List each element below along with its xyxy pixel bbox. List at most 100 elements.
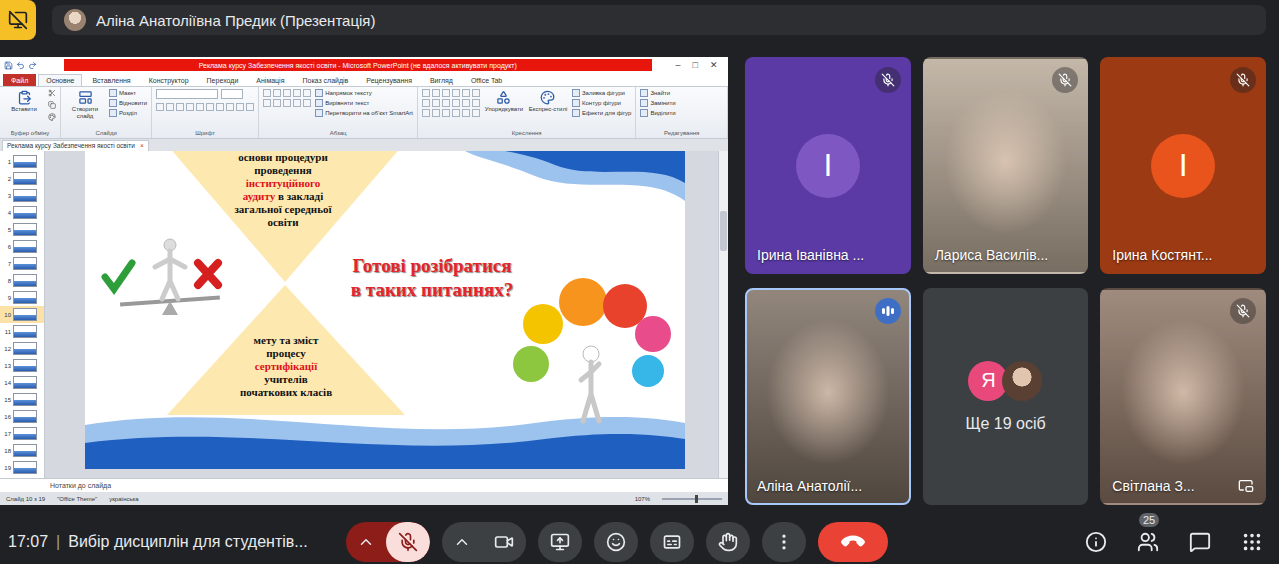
slide-thumbnail[interactable]: 10: [0, 306, 44, 323]
slide-thumbnail[interactable]: 3: [0, 187, 44, 204]
slide-scrollbar[interactable]: [718, 151, 728, 478]
window-control[interactable]: ✕: [710, 61, 718, 70]
ribbon-small-button[interactable]: Виділити: [640, 109, 675, 117]
slide-thumbnail[interactable]: 19: [0, 459, 44, 476]
scroll-thumb[interactable]: [720, 211, 727, 251]
shape-button[interactable]: [472, 99, 480, 107]
window-control[interactable]: □: [693, 61, 698, 70]
ribbon-small-button[interactable]: Заливка фігури: [572, 89, 631, 97]
paragraph-button[interactable]: [263, 89, 271, 97]
cut-icon[interactable]: [48, 89, 56, 97]
format-button[interactable]: [226, 103, 234, 111]
participant-tile[interactable]: ІІрина Іванівна ...: [745, 57, 911, 274]
ribbon-tab[interactable]: Рецензування: [358, 74, 420, 86]
zoom-percent[interactable]: 107%: [635, 496, 650, 502]
slide-thumbnail[interactable]: 8: [0, 272, 44, 289]
shape-button[interactable]: [422, 89, 430, 97]
present-button[interactable]: [538, 522, 582, 562]
shape-button[interactable]: [442, 89, 450, 97]
slide-thumbnail[interactable]: 13: [0, 357, 44, 374]
ribbon-large-button[interactable]: Експрес-стилі: [528, 89, 568, 113]
close-tab-button[interactable]: ×: [140, 141, 144, 151]
slide-thumbnail[interactable]: 15: [0, 391, 44, 408]
participant-tile[interactable]: Аліна Анатолії...: [745, 288, 911, 505]
shape-button[interactable]: [422, 99, 430, 107]
format-button[interactable]: [216, 103, 224, 111]
presentation-indicator[interactable]: [0, 0, 36, 40]
ribbon-small-button[interactable]: Ефекти для фігур: [572, 109, 631, 117]
participant-tile[interactable]: Світлана З...: [1100, 288, 1266, 505]
shape-button[interactable]: [462, 99, 470, 107]
paragraph-button[interactable]: [303, 99, 311, 107]
ribbon-small-button[interactable]: Розділ: [109, 109, 147, 117]
shape-button[interactable]: [452, 89, 460, 97]
ribbon-small-button[interactable]: Відновити: [109, 99, 147, 107]
shape-button[interactable]: [432, 109, 440, 117]
font-size-field[interactable]: [221, 89, 243, 99]
captions-button[interactable]: [650, 522, 694, 562]
shape-button[interactable]: [452, 99, 460, 107]
slide-thumbnail[interactable]: 18: [0, 442, 44, 459]
ribbon-small-button[interactable]: Вирівняти текст: [315, 99, 413, 107]
shape-button[interactable]: [442, 99, 450, 107]
shape-button[interactable]: [472, 109, 480, 117]
ribbon-small-button[interactable]: Перетворити на об'єкт SmartArt: [315, 109, 413, 117]
format-button[interactable]: [236, 103, 244, 111]
zoom-knob[interactable]: [695, 495, 698, 503]
undo-icon[interactable]: [16, 61, 25, 70]
zoom-slider[interactable]: [662, 498, 722, 500]
ribbon-tab[interactable]: Вставлення: [84, 74, 138, 86]
notes-pane[interactable]: Нотатки до слайда: [0, 478, 728, 492]
ribbon-tab[interactable]: Показ слайдів: [294, 74, 356, 86]
ribbon-large-button[interactable]: Упорядкувати: [484, 89, 524, 113]
format-button[interactable]: [206, 103, 214, 111]
participant-tile[interactable]: Лариса Василів...: [923, 57, 1089, 274]
leave-button[interactable]: [818, 522, 888, 562]
ribbon-large-button[interactable]: Вставити: [4, 89, 44, 113]
paragraph-button[interactable]: [293, 99, 301, 107]
slide-thumbnail[interactable]: 6: [0, 238, 44, 255]
ribbon-tab[interactable]: Основне: [38, 74, 82, 86]
slide-thumbnail[interactable]: 9: [0, 289, 44, 306]
shape-button[interactable]: [452, 109, 460, 117]
camera-button[interactable]: [482, 522, 526, 562]
save-icon[interactable]: [4, 61, 13, 70]
ribbon-small-button[interactable]: Контур фігури: [572, 99, 631, 107]
slide-thumbnail[interactable]: 1: [0, 153, 44, 170]
options-button[interactable]: [346, 522, 386, 562]
paragraph-button[interactable]: [293, 89, 301, 97]
reactions-button[interactable]: [594, 522, 638, 562]
mic-button[interactable]: [386, 522, 430, 562]
ribbon-tab[interactable]: Конструктор: [141, 74, 197, 86]
ribbon-large-button[interactable]: Створити слайд: [65, 89, 105, 120]
options-button[interactable]: [442, 522, 482, 562]
slide-thumbnail[interactable]: 4: [0, 204, 44, 221]
info-button[interactable]: [1083, 529, 1109, 555]
format-painter-icon[interactable]: [48, 113, 56, 121]
window-control[interactable]: –: [676, 61, 681, 70]
format-button[interactable]: [196, 103, 204, 111]
slide-thumbnail[interactable]: 16: [0, 408, 44, 425]
redo-icon[interactable]: [28, 61, 37, 70]
ribbon-small-button[interactable]: Макет: [109, 89, 147, 97]
paragraph-button[interactable]: [273, 99, 281, 107]
copy-icon[interactable]: [48, 101, 56, 109]
format-button[interactable]: [166, 103, 174, 111]
slide-thumbnail[interactable]: 11: [0, 323, 44, 340]
participant-tile[interactable]: ЯЩе 19 осіб: [923, 288, 1089, 505]
shape-button[interactable]: [422, 109, 430, 117]
shape-button[interactable]: [462, 89, 470, 97]
ribbon-small-button[interactable]: Знайти: [640, 89, 675, 97]
more-button[interactable]: [762, 522, 806, 562]
shape-button[interactable]: [462, 109, 470, 117]
format-button[interactable]: [156, 103, 164, 111]
shape-button[interactable]: [432, 99, 440, 107]
chat-button[interactable]: [1187, 529, 1213, 555]
shape-button[interactable]: [442, 109, 450, 117]
participant-tile[interactable]: ІІрина Костянт...: [1100, 57, 1266, 274]
ribbon-tab[interactable]: Office Tab: [463, 74, 510, 86]
slide-thumbnail[interactable]: 12: [0, 340, 44, 357]
activities-button[interactable]: [1239, 529, 1265, 555]
pip-button[interactable]: [1238, 478, 1254, 494]
ribbon-tab[interactable]: Вигляд: [422, 74, 461, 86]
